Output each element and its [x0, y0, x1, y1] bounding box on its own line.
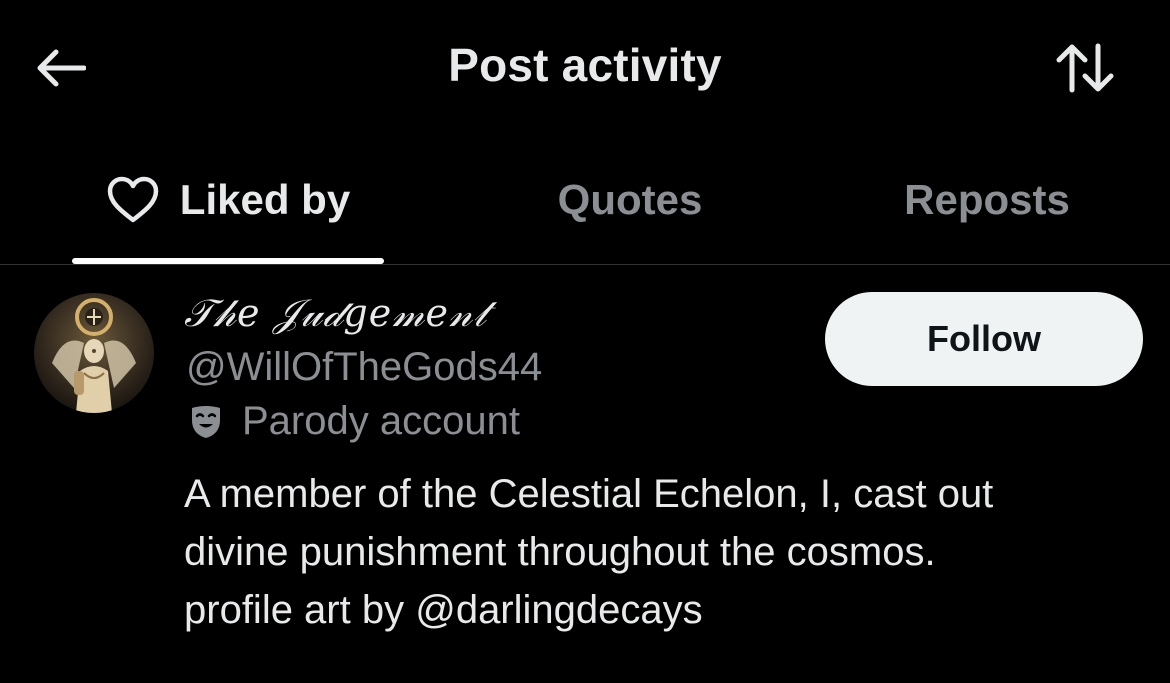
heart-icon	[106, 176, 160, 224]
bio-line: A member of the Celestial Echelon, I, ca…	[184, 472, 994, 516]
tab-quotes-label: Quotes	[557, 175, 703, 223]
parody-badge: Parody account	[186, 399, 520, 444]
tab-liked-by-label: Liked by	[179, 175, 351, 223]
user-handle[interactable]: @WillOfTheGods44	[186, 345, 542, 390]
sort-button[interactable]	[1050, 40, 1120, 96]
user-bio: A member of the Celestial Echelon, I, ca…	[184, 465, 1144, 639]
follow-button[interactable]: Follow	[825, 292, 1143, 386]
badge-label: Parody account	[242, 399, 520, 443]
bio-line: divine punishment throughout the cosmos.	[184, 530, 936, 574]
tab-reposts[interactable]: Reposts	[860, 135, 1114, 264]
page-title: Post activity	[448, 39, 722, 91]
user-cell[interactable]: 𝒯𝒽𝑒 𝒥𝓊𝒹𝑔𝑒𝓂𝑒𝓃𝓉 @WillOfTheGods44 Parody ac…	[0, 265, 1170, 683]
tab-quotes[interactable]: Quotes	[500, 135, 760, 264]
sort-arrows-icon	[1056, 43, 1114, 93]
theater-mask-icon	[186, 402, 226, 442]
tab-bar: Liked by Quotes Reposts	[0, 135, 1170, 265]
active-tab-indicator	[72, 258, 384, 264]
avatar[interactable]	[34, 293, 154, 413]
tab-liked-by[interactable]: Liked by	[72, 135, 384, 264]
display-name[interactable]: 𝒯𝒽𝑒 𝒥𝓊𝒹𝑔𝑒𝓂𝑒𝓃𝓉	[184, 291, 487, 336]
tab-reposts-label: Reposts	[904, 175, 1070, 223]
bio-line: profile art by @darlingdecays	[184, 588, 703, 632]
top-bar: Post activity	[0, 0, 1170, 135]
